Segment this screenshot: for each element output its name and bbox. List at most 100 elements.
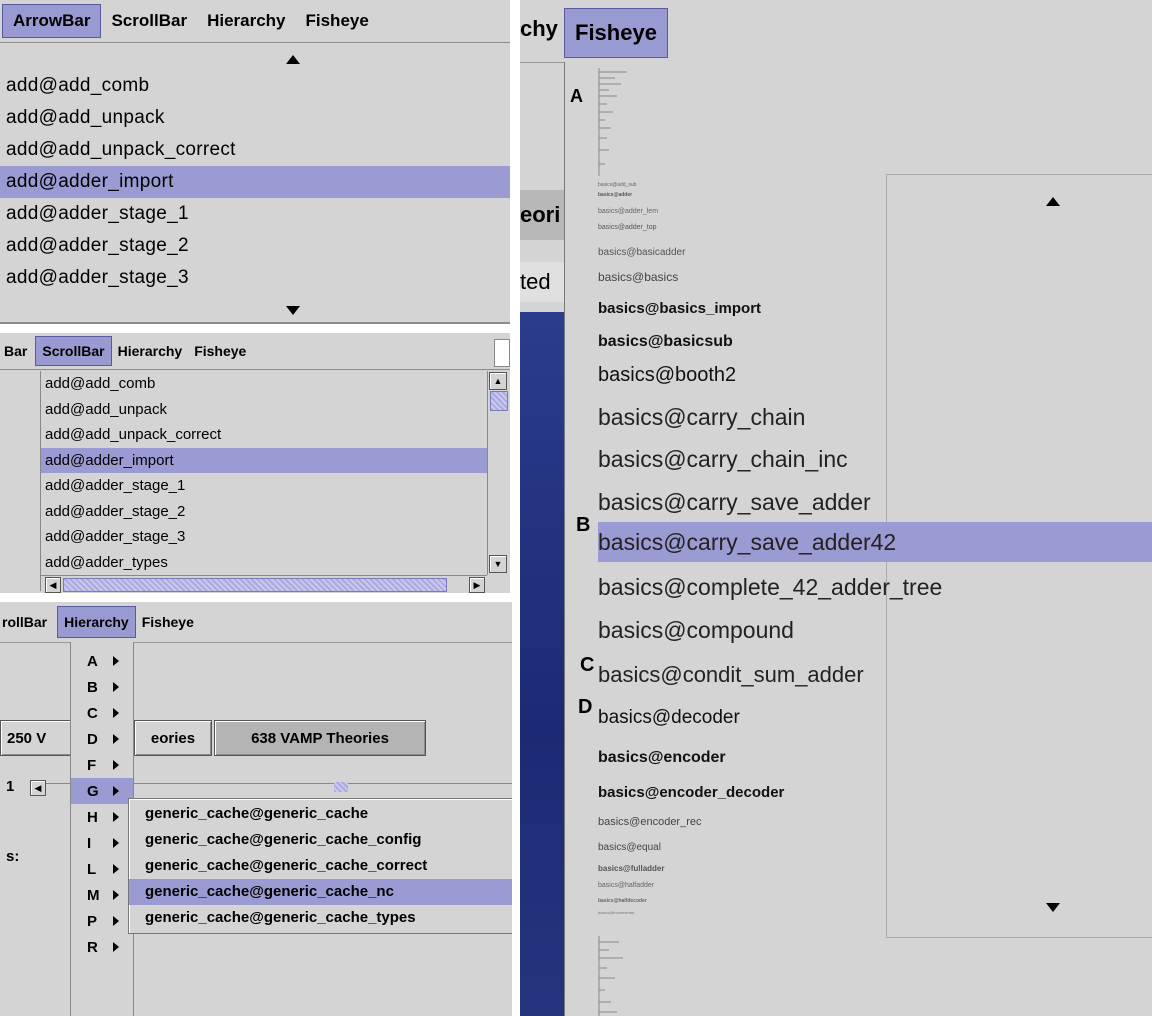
hierarchy-letter-item[interactable]: G xyxy=(71,778,133,804)
fisheye-item[interactable]: basics@carry_save_adder xyxy=(598,489,871,516)
menu-arrowbar[interactable]: ArrowBar xyxy=(2,4,102,38)
submenu-item[interactable]: generic_cache@generic_cache_types xyxy=(129,905,512,931)
hierarchy-letter-item[interactable]: C xyxy=(71,700,133,726)
fisheye-item[interactable]: basics@halfadder xyxy=(598,882,654,889)
list-item[interactable]: add@add_comb xyxy=(41,371,487,396)
theories-250-button[interactable]: 250 V xyxy=(0,720,80,756)
fisheye-item[interactable]: basics@add_sub xyxy=(598,182,636,188)
horizontal-scroll-thumb[interactable] xyxy=(63,578,447,592)
fisheye-item[interactable]: basics@encoder_decoder xyxy=(598,784,784,801)
submenu-arrow-icon xyxy=(113,812,119,822)
list-item[interactable]: add@adder_import xyxy=(0,166,510,198)
scroll-down-button-icon[interactable]: ▼ xyxy=(489,555,507,573)
bg-number-label: 1 xyxy=(6,778,15,795)
list-item[interactable]: add@add_unpack_correct xyxy=(41,422,487,447)
fisheye-item[interactable]: basics@halfdecoder xyxy=(598,898,647,904)
bg-label-fragment: s: xyxy=(6,848,20,865)
submenu-arrow-icon xyxy=(113,708,119,718)
hierarchy-letter-item[interactable]: A xyxy=(71,648,133,674)
menu-fisheye[interactable]: Fisheye xyxy=(136,602,200,642)
submenu-arrow-icon xyxy=(113,656,119,666)
hierarchy-letter-item[interactable]: I xyxy=(71,830,133,856)
list-item[interactable]: add@adder_stage_3 xyxy=(41,524,487,549)
submenu-item[interactable]: generic_cache@generic_cache_correct xyxy=(129,853,512,879)
list-item[interactable]: add@adder_types xyxy=(41,550,487,575)
horizontal-scrollbar[interactable]: ◀ ▶ xyxy=(41,575,487,593)
scrollbar-list: add@add_comb add@add_unpack add@add_unpack… xyxy=(41,371,487,575)
slider-left-button-icon[interactable]: ◀ xyxy=(30,780,46,796)
vamp-theories-label: 638 VAMP Theories xyxy=(251,729,389,747)
menu-hierarchy[interactable]: Hierarchy xyxy=(57,606,136,638)
hierarchy-letter-item[interactable]: M xyxy=(71,882,133,908)
scroll-up-arrow-icon[interactable] xyxy=(286,55,300,64)
menu-fisheye[interactable]: Fisheye xyxy=(188,333,252,369)
fisheye-item[interactable]: basics@encoder xyxy=(598,749,726,767)
fisheye-item[interactable]: basics@condit_sum_adder xyxy=(598,662,864,688)
fisheye-item[interactable]: basics@decoder xyxy=(598,707,740,729)
list-item[interactable]: add@add_unpack xyxy=(41,397,487,422)
fisheye-item[interactable]: basics@equal xyxy=(598,842,661,853)
letter-label: D xyxy=(87,730,98,748)
submenu-arrow-icon xyxy=(113,682,119,692)
submenu-item[interactable]: generic_cache@generic_cache_nc xyxy=(129,879,512,905)
scroll-right-button-icon[interactable]: ▶ xyxy=(469,577,485,593)
fisheye-item[interactable]: basics@adder xyxy=(598,192,632,198)
fisheye-item[interactable]: basics@carry_chain_inc xyxy=(598,446,848,473)
menu-hierarchy[interactable]: Hierarchy xyxy=(197,0,295,42)
menu-scrollbar[interactable]: ScrollBar xyxy=(101,0,197,42)
submenu-item[interactable]: generic_cache@generic_cache_config xyxy=(129,827,512,853)
submenu-item[interactable]: generic_cache@generic_cache xyxy=(129,801,512,827)
hierarchy-letter-item[interactable]: H xyxy=(71,804,133,830)
menu-scrollbar[interactable]: ScrollBar xyxy=(35,336,112,366)
hierarchy-letter-item[interactable]: D xyxy=(71,726,133,752)
scroll-left-button-icon[interactable]: ◀ xyxy=(45,577,61,593)
bg-slider-thumb[interactable] xyxy=(334,782,348,792)
vertical-scroll-thumb[interactable] xyxy=(490,391,508,411)
menu-hierarchy[interactable]: Hierarchy xyxy=(112,333,189,369)
hierarchy-submenu: generic_cache@generic_cache generic_cache… xyxy=(128,798,512,934)
scroll-down-arrow-icon[interactable] xyxy=(286,306,300,315)
scroll-up-button-icon[interactable]: ▲ xyxy=(489,372,507,390)
scrollbar-menubar: Bar ScrollBar Hierarchy Fisheye xyxy=(0,333,510,370)
submenu-arrow-icon xyxy=(113,734,119,744)
list-item[interactable]: add@adder_stage_1 xyxy=(41,473,487,498)
list-item[interactable]: add@adder_stage_3 xyxy=(0,262,510,294)
hierarchy-letter-item[interactable]: B xyxy=(71,674,133,700)
menu-scrollbar-fragment[interactable]: rollBar xyxy=(0,602,57,642)
letter-label: L xyxy=(87,860,97,878)
list-item[interactable]: add@add_unpack_correct xyxy=(0,134,510,166)
fisheye-item[interactable]: basics@incrementer xyxy=(598,910,635,915)
fisheye-item[interactable]: basics@carry_chain xyxy=(598,404,805,431)
fisheye-item[interactable]: basics@adder_top xyxy=(598,224,656,231)
fisheye-item[interactable]: basics@carry_save_adder42 xyxy=(598,522,1152,562)
list-item[interactable]: add@add_unpack xyxy=(0,102,510,134)
fisheye-item[interactable]: basics@encoder_rec xyxy=(598,816,702,828)
list-item[interactable]: add@adder_stage_2 xyxy=(0,230,510,262)
fisheye-item[interactable]: basics@basics_import xyxy=(598,300,761,317)
hierarchy-letter-item[interactable]: R xyxy=(71,934,133,960)
menu-fisheye[interactable]: Fisheye xyxy=(296,0,379,42)
fisheye-item[interactable]: basics@fulladder xyxy=(598,864,665,873)
list-item[interactable]: add@adder_stage_1 xyxy=(0,198,510,230)
letter-label: H xyxy=(87,808,98,826)
list-item[interactable]: add@adder_stage_2 xyxy=(41,499,487,524)
fisheye-item[interactable]: basics@adder_lem xyxy=(598,208,658,215)
hierarchy-letter-item[interactable]: F xyxy=(71,752,133,778)
arrowbar-panel: ArrowBar ScrollBar Hierarchy Fisheye add… xyxy=(0,0,510,324)
vamp-theories-button[interactable]: 638 VAMP Theories xyxy=(214,720,426,756)
list-item[interactable]: add@adder_import xyxy=(41,447,487,473)
fisheye-item[interactable]: basics@basicsub xyxy=(598,333,733,351)
theories-fragment-button[interactable]: eories xyxy=(134,720,212,756)
scrollbar-panel: Bar ScrollBar Hierarchy Fisheye add@add_… xyxy=(0,333,510,593)
list-item[interactable]: add@add_comb xyxy=(0,70,510,102)
vertical-scrollbar[interactable]: ▲ ▼ xyxy=(487,371,508,575)
submenu-arrow-icon xyxy=(113,838,119,848)
fisheye-item[interactable]: basics@basicadder xyxy=(598,247,685,258)
fisheye-item[interactable]: basics@basics xyxy=(598,270,678,284)
hierarchy-letter-item[interactable]: L xyxy=(71,856,133,882)
fisheye-item[interactable]: basics@booth2 xyxy=(598,364,736,387)
menu-bar-fragment[interactable]: Bar xyxy=(0,333,35,369)
fisheye-item[interactable]: basics@compound xyxy=(598,617,794,644)
fisheye-item[interactable]: basics@complete_42_adder_tree xyxy=(598,574,942,601)
hierarchy-letter-item[interactable]: P xyxy=(71,908,133,934)
